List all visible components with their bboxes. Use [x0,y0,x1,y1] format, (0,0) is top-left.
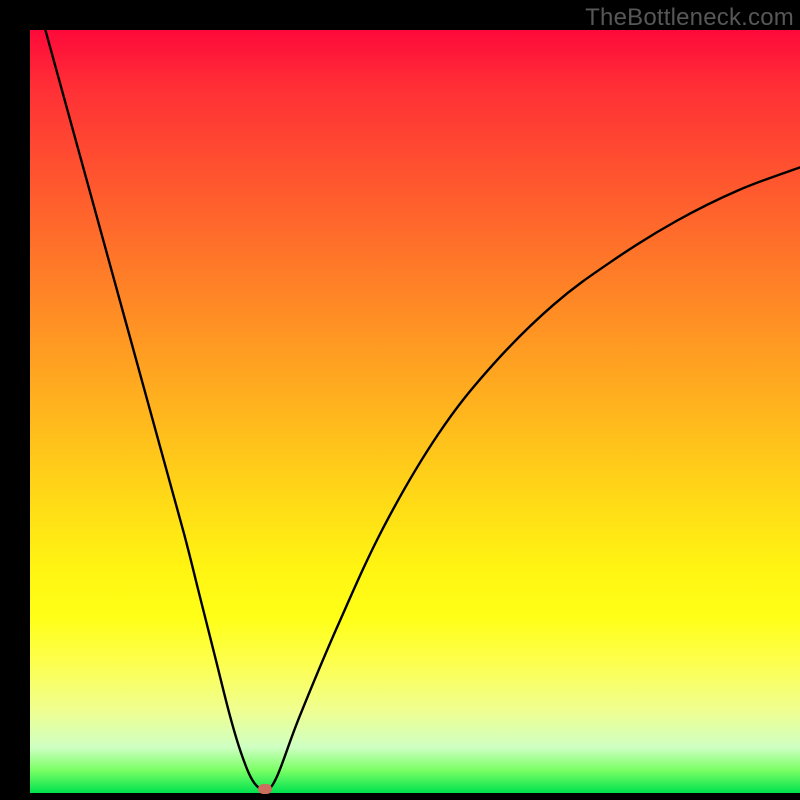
chart-frame: TheBottleneck.com [0,0,800,800]
plot-area [30,30,800,793]
optimal-point-marker [258,784,272,794]
bottleneck-curve [30,30,800,793]
watermark-text: TheBottleneck.com [585,4,794,32]
